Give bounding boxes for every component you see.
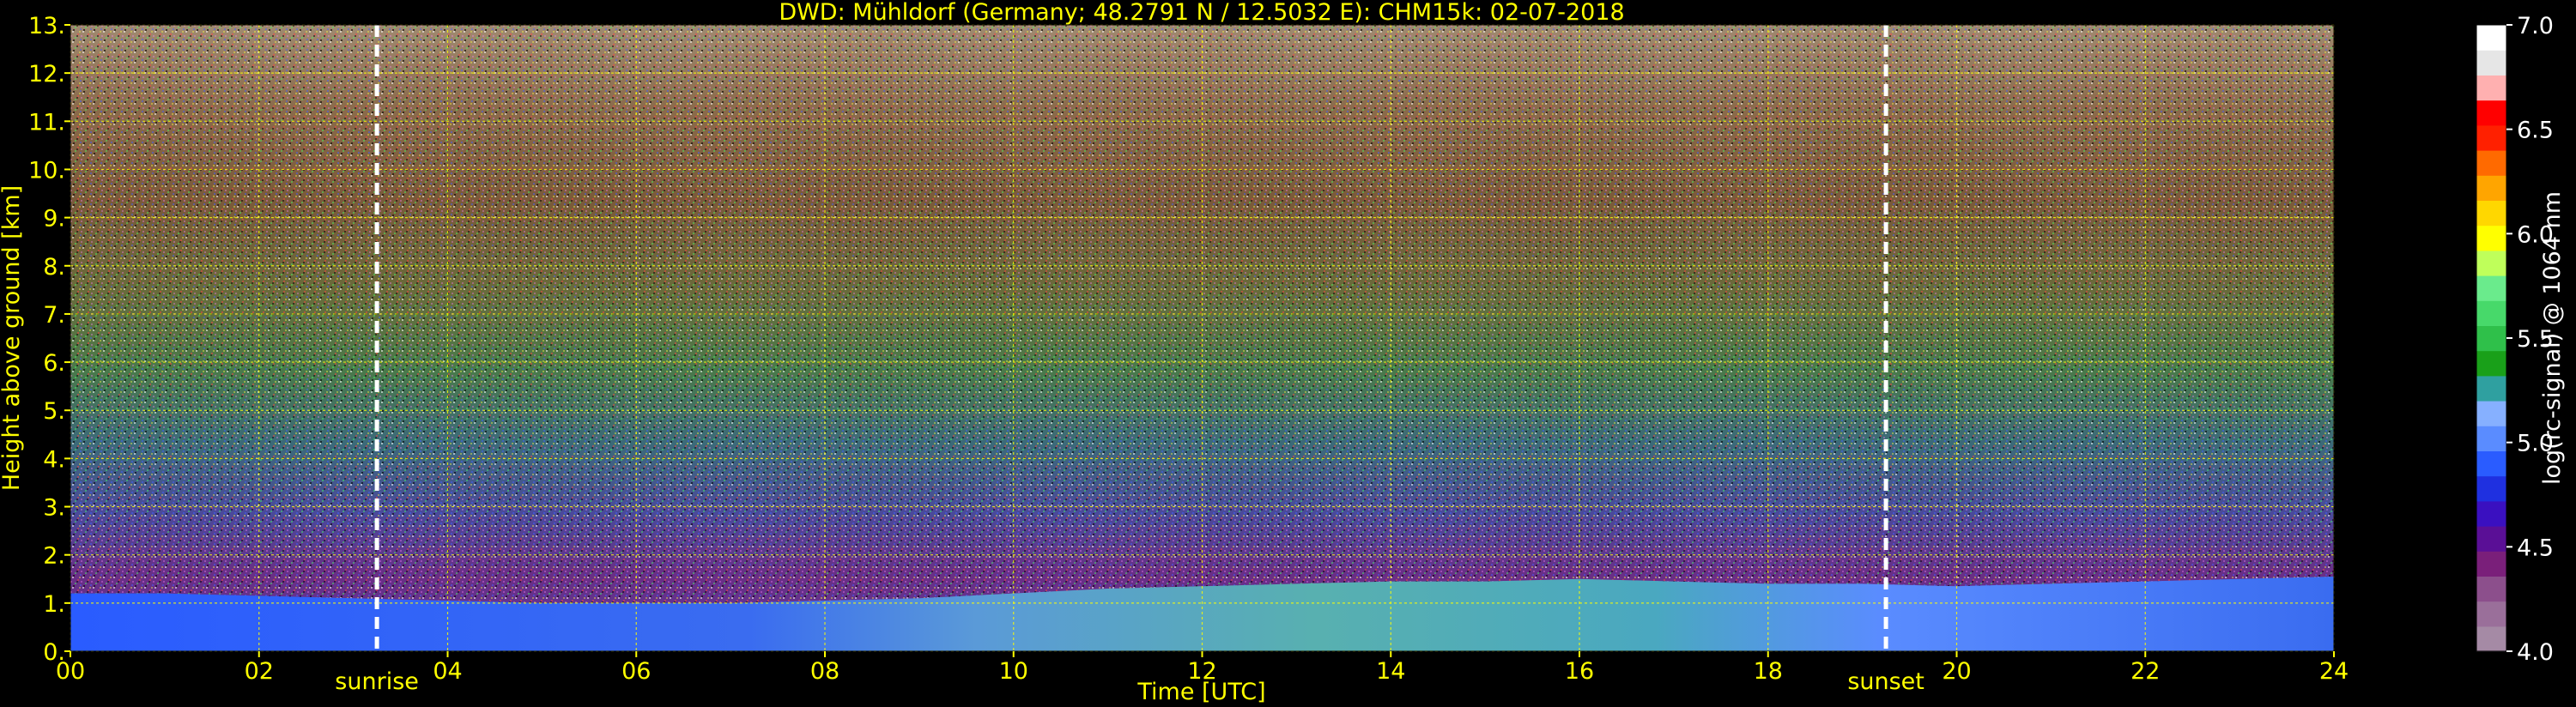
x-tick-label: 16 xyxy=(1565,658,1594,685)
colorbar-tick-label: 7.0 xyxy=(2517,13,2554,39)
colorbar-segment xyxy=(2476,426,2506,451)
colorbar-segment xyxy=(2476,325,2506,352)
colorbar-segment xyxy=(2476,124,2506,151)
colorbar-segment xyxy=(2476,526,2506,552)
x-tick-label: 02 xyxy=(245,658,274,685)
colorbar-segment xyxy=(2476,625,2506,652)
colorbar-segment xyxy=(2476,551,2506,577)
colorbar-segment xyxy=(2476,500,2506,527)
y-tick-label: 5. xyxy=(43,398,65,425)
colorbar-segment xyxy=(2476,576,2506,602)
y-tick-label: 0. xyxy=(43,639,65,666)
x-tick-label: 24 xyxy=(2319,658,2349,685)
colorbar-segment xyxy=(2476,250,2506,276)
x-tick-label: 04 xyxy=(433,658,462,685)
plot-area xyxy=(70,24,2335,652)
colorbar-segment xyxy=(2476,275,2506,301)
colorbar-segment xyxy=(2476,475,2506,502)
y-tick-label: 9. xyxy=(43,206,65,233)
y-tick-label: 12. xyxy=(28,61,65,88)
chart-title: DWD: Mühldorf (Germany; 48.2791 N / 12.5… xyxy=(779,0,1624,26)
y-tick-label: 13. xyxy=(28,13,65,39)
x-tick-label: 14 xyxy=(1376,658,1405,685)
x-tick-label: 18 xyxy=(1754,658,1783,685)
y-tick-label: 2. xyxy=(43,543,65,570)
y-tick-label: 11. xyxy=(28,109,65,136)
sunrise-label: sunrise xyxy=(335,668,419,695)
y-tick-label: 10. xyxy=(28,157,65,184)
colorbar-tick-label: 6.5 xyxy=(2517,118,2554,144)
colorbar-segment xyxy=(2476,200,2506,227)
colorbar-segment xyxy=(2476,401,2506,426)
colorbar-segment xyxy=(2476,75,2506,101)
y-tick-label: 4. xyxy=(43,446,65,473)
colorbar xyxy=(2476,24,2507,652)
y-tick-label: 7. xyxy=(43,302,65,329)
y-axis-label: Height above ground [km] xyxy=(0,185,25,491)
colorbar-label: log(rc-signal) @ 1064 nm xyxy=(2539,191,2566,485)
x-tick-label: 06 xyxy=(621,658,651,685)
sunset-label: sunset xyxy=(1847,668,1924,695)
colorbar-segment xyxy=(2476,175,2506,201)
y-tick-label: 1. xyxy=(43,591,65,618)
ceilometer-figure: 00 02 04 06 08 10 12 14 16 18 20 22 24 0. 1. 2. 3. 4. 5. 6… xyxy=(0,0,2576,707)
colorbar-tick-label: 4.0 xyxy=(2517,639,2554,666)
y-tick-label: 6. xyxy=(43,350,65,377)
x-tick-label: 20 xyxy=(1942,658,1971,685)
x-tick-label: 22 xyxy=(2131,658,2160,685)
colorbar-segment xyxy=(2476,300,2506,326)
x-tick-label: 10 xyxy=(999,658,1028,685)
colorbar-segment xyxy=(2476,225,2506,251)
colorbar-segment xyxy=(2476,100,2506,126)
sun-event-labels: sunrise sunset xyxy=(335,668,1924,695)
colorbar-segment xyxy=(2476,375,2506,402)
x-tick-label: 08 xyxy=(810,658,839,685)
y-axis-ticks: 0. 1. 2. 3. 4. 5. 6. 7. 8. 9. 10. 11. 12. 13. xyxy=(28,13,70,666)
y-tick-label: 3. xyxy=(43,495,65,522)
colorbar-segment xyxy=(2476,350,2506,377)
colorbar-segment xyxy=(2476,25,2506,51)
colorbar-segment xyxy=(2476,450,2506,477)
x-axis-label: Time [UTC] xyxy=(1136,679,1265,705)
colorbar-tick-label: 4.5 xyxy=(2517,535,2554,561)
colorbar-segment xyxy=(2476,601,2506,627)
chart-svg: 00 02 04 06 08 10 12 14 16 18 20 22 24 0.1.2.3.4.5.6… xyxy=(0,0,2566,705)
colorbar-segment xyxy=(2476,50,2506,76)
colorbar-segment xyxy=(2476,150,2506,176)
y-tick-label: 8. xyxy=(43,254,65,281)
